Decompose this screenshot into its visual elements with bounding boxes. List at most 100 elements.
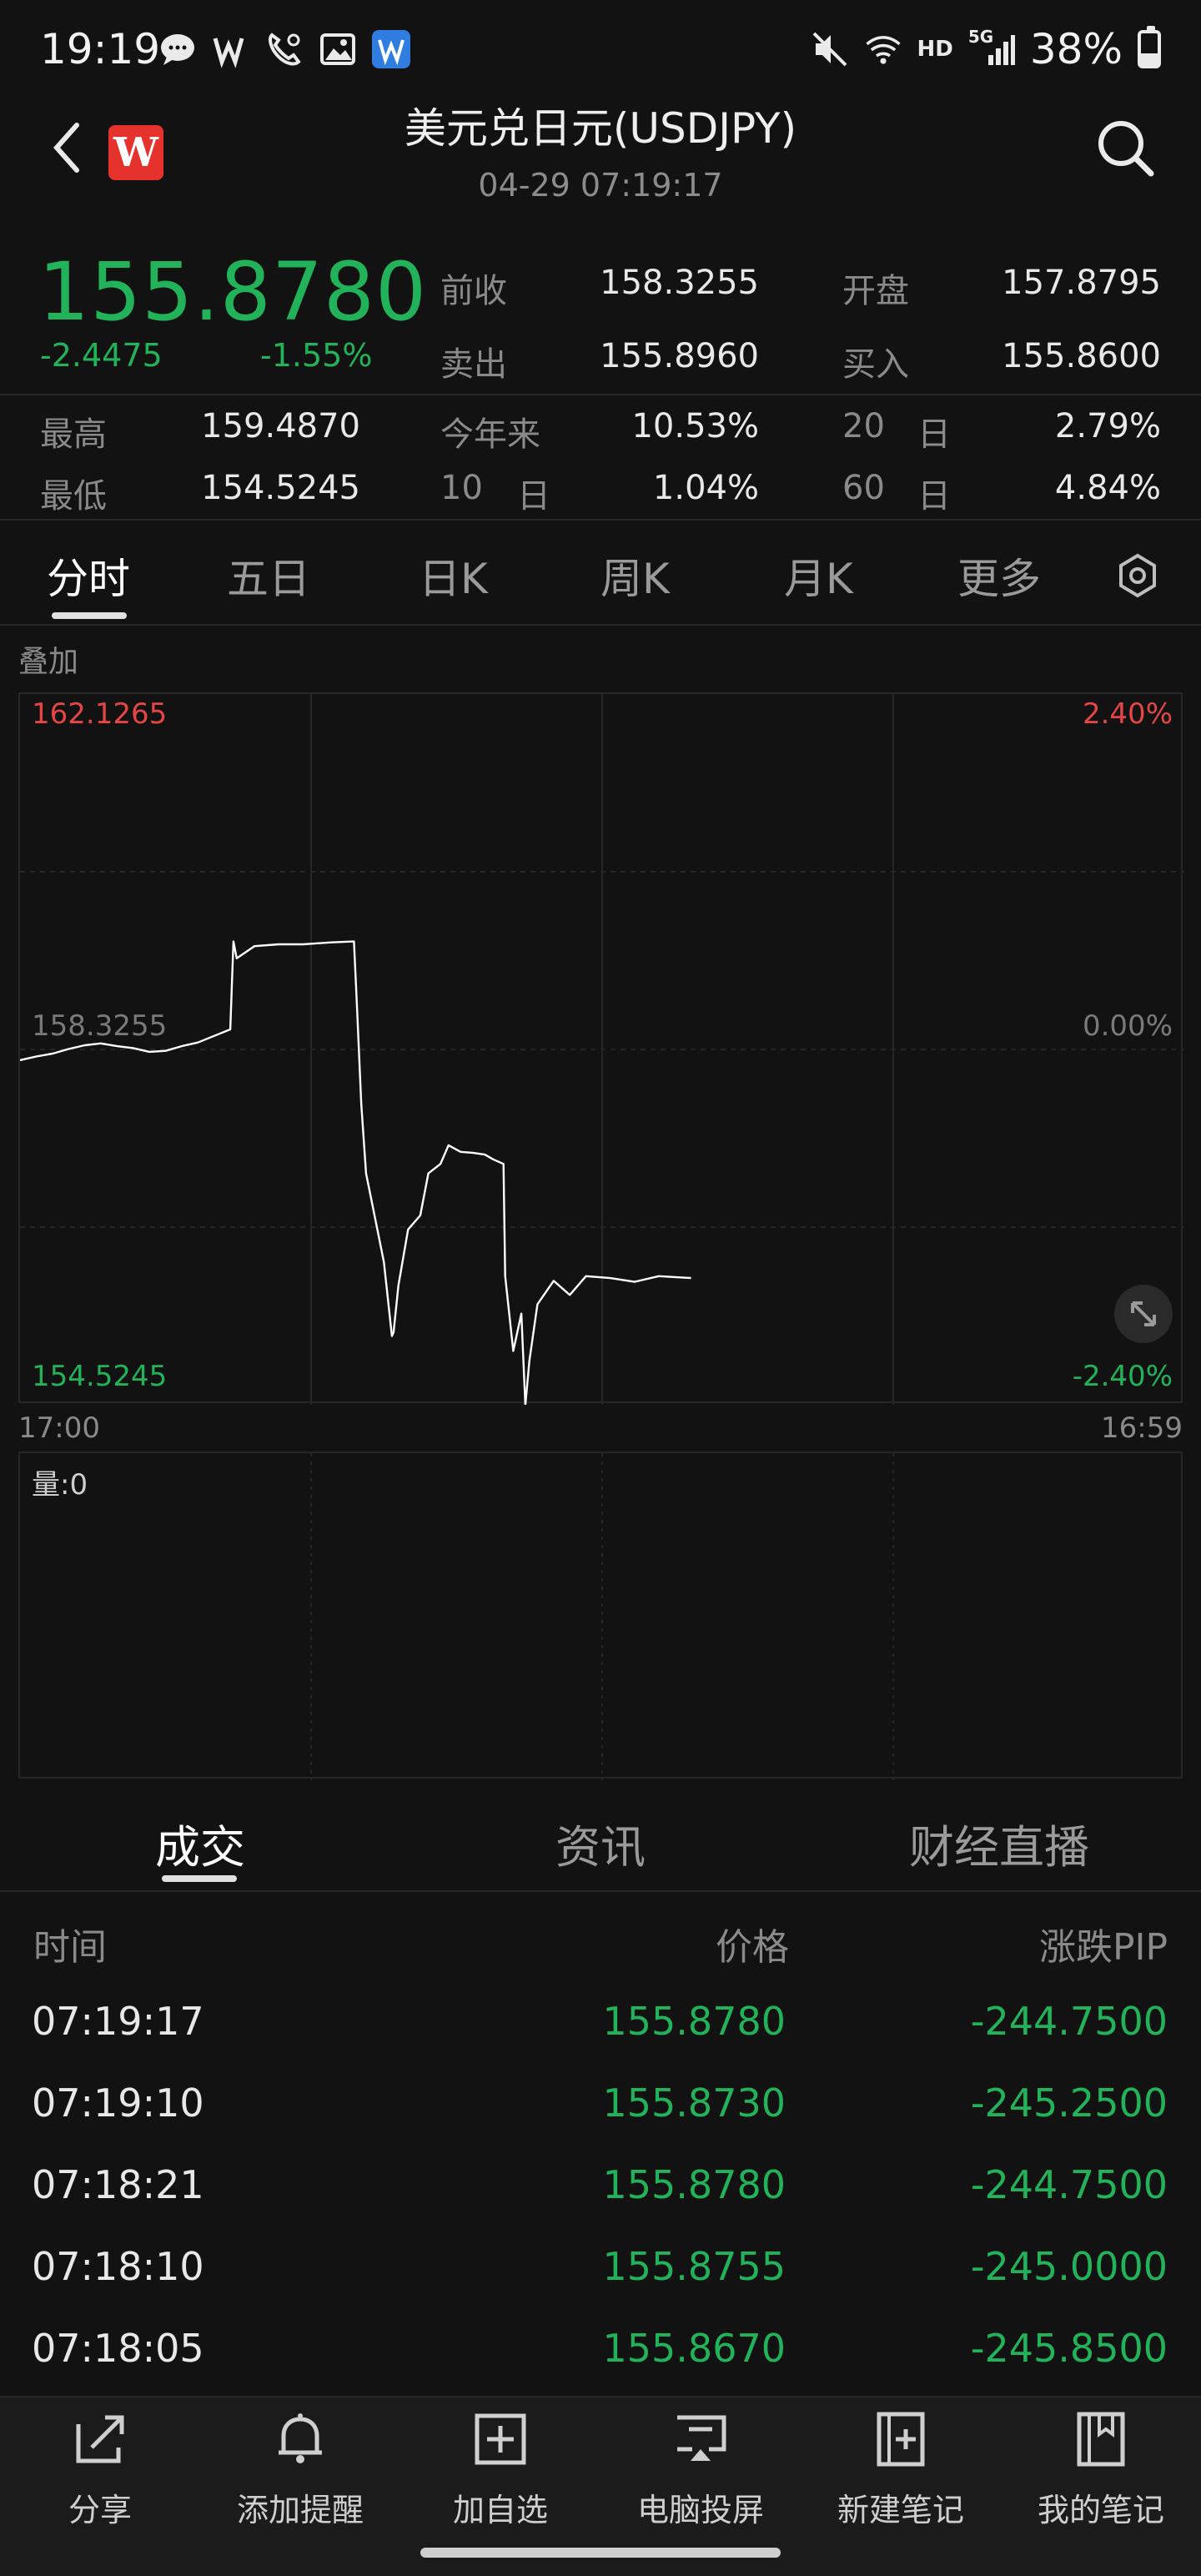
tab-daily-k[interactable]: 日K [419, 546, 488, 606]
volume-label: 量:0 [32, 1468, 88, 1502]
phone-location-icon [265, 30, 304, 68]
tab-news[interactable]: 资讯 [555, 1810, 646, 1876]
my-notes-icon [1077, 2412, 1125, 2467]
y-axis-mid-price: 158.3255 [32, 1009, 168, 1043]
quote-divider [0, 394, 1201, 395]
w-app-icon [212, 30, 250, 68]
d20-number: 20 [842, 407, 885, 445]
trade-time: 07:18:21 [32, 2162, 204, 2207]
trade-pip: -245.0000 [970, 2244, 1168, 2289]
d10-value: 1.04% [652, 469, 759, 507]
add-watchlist-button[interactable]: 加自选 [409, 2406, 592, 2548]
y-axis-bottom-percent: -2.40% [1072, 1360, 1173, 1393]
quote-bottom-divider [0, 519, 1201, 521]
cast-screen-icon [677, 2415, 726, 2461]
trade-pip: -244.7500 [970, 2162, 1168, 2207]
my-notes-button[interactable]: 我的笔记 [1009, 2406, 1193, 2548]
gear-icon [1119, 553, 1156, 598]
d60-unit: 日 [917, 477, 951, 516]
ytd-label: 今年来 [440, 415, 540, 454]
d10-unit: 日 [517, 477, 550, 516]
battery-icon [1138, 26, 1161, 68]
col-header-price: 价格 [716, 1926, 789, 1969]
price-line-chart [19, 694, 1184, 1406]
chart-grid [20, 694, 1184, 1405]
trade-price: 155.8670 [602, 2326, 786, 2371]
tab-trades[interactable]: 成交 [155, 1810, 245, 1876]
ytd-value: 10.53% [631, 407, 759, 445]
new-note-button[interactable]: 新建笔记 [809, 2406, 992, 2548]
add-alert-label: 添加提醒 [236, 2492, 364, 2528]
sell-value: 155.8960 [600, 337, 759, 375]
search-button[interactable] [1094, 117, 1158, 180]
trade-time: 07:18:10 [32, 2244, 204, 2289]
col-header-pip: 涨跌PIP [1038, 1926, 1168, 1969]
bell-icon [279, 2413, 322, 2463]
prev-close-label: 前收 [440, 272, 507, 310]
home-indicator[interactable] [420, 2548, 781, 2558]
chart-tabs: 分时 五日 日K 周K 月K 更多 [0, 534, 1201, 626]
trade-time: 07:19:17 [32, 1999, 204, 2044]
subtabs-divider [0, 1890, 1201, 1892]
d20-value: 2.79% [1054, 407, 1161, 445]
cast-screen-button[interactable]: 电脑投屏 [609, 2406, 792, 2548]
change-percent: -1.55% [260, 337, 373, 374]
volume-grid [310, 1453, 894, 1780]
x-axis-start-time: 17:00 [18, 1411, 100, 1445]
add-alert-button[interactable]: 添加提醒 [209, 2406, 392, 2548]
new-note-label: 新建笔记 [837, 2492, 964, 2528]
table-row: 07:19:10 155.8730 -245.2500 [0, 2080, 1201, 2162]
tab-weekly-k[interactable]: 周K [600, 546, 670, 606]
fullscreen-button[interactable] [1114, 1285, 1173, 1343]
d10-number: 10 [440, 469, 483, 507]
new-note-icon [877, 2412, 925, 2467]
battery-percent: 38% [1029, 25, 1123, 73]
d20-unit: 日 [917, 415, 951, 454]
trade-price: 155.8730 [602, 2080, 786, 2126]
last-price: 155.8780 [38, 245, 428, 339]
buy-value: 155.8600 [1002, 337, 1161, 375]
d60-value: 4.84% [1054, 469, 1161, 507]
high-value: 159.4870 [201, 407, 360, 445]
app-badge-icon [372, 30, 410, 68]
open-label: 开盘 [842, 272, 909, 310]
cast-screen-label: 电脑投屏 [636, 2492, 764, 2528]
chat-bubble-icon [158, 30, 197, 68]
y-axis-mid-percent: 0.00% [1082, 1009, 1173, 1043]
volume-chart: 量:0 [18, 1452, 1183, 1780]
status-time: 19:19 [40, 25, 161, 73]
intraday-chart: 162.1265 2.40% 158.3255 0.00% 154.5245 -… [18, 692, 1184, 1406]
quote-timestamp: 04-29 07:19:17 [478, 167, 723, 204]
trade-time: 07:19:10 [32, 2080, 204, 2126]
status-bar: 19:19 HD 5G 38% [0, 0, 1201, 100]
table-row: 07:19:17 155.8780 -244.7500 [0, 1999, 1201, 2080]
tab-five-day[interactable]: 五日 [227, 546, 310, 606]
my-notes-label: 我的笔记 [1037, 2492, 1164, 2528]
high-label: 最高 [40, 415, 107, 454]
table-row: 07:18:21 155.8780 -244.7500 [0, 2162, 1201, 2244]
tab-monthly-k[interactable]: 月K [784, 546, 853, 606]
hd-label: HD [917, 37, 953, 62]
active-tab-indicator [52, 612, 127, 619]
mute-icon [811, 30, 849, 68]
signal-icon: 5G [968, 27, 1015, 68]
trade-price: 155.8780 [602, 2162, 786, 2207]
tab-more[interactable]: 更多 [957, 546, 1041, 606]
trade-pip: -245.8500 [970, 2326, 1168, 2371]
tab-intraday[interactable]: 分时 [47, 546, 130, 606]
active-subtab-indicator [162, 1875, 237, 1882]
trade-time: 07:18:05 [32, 2326, 204, 2371]
col-header-time: 时间 [33, 1926, 107, 1969]
chart-settings-button[interactable] [1114, 552, 1161, 599]
trade-pip: -244.7500 [970, 1999, 1168, 2044]
buy-label: 买入 [842, 345, 909, 384]
share-button[interactable]: 分享 [8, 2406, 192, 2548]
add-watchlist-label: 加自选 [452, 2492, 548, 2528]
overlay-button[interactable]: 叠加 [18, 637, 78, 681]
low-label: 最低 [40, 477, 107, 516]
tab-live[interactable]: 财经直播 [909, 1810, 1089, 1876]
y-axis-top-percent: 2.40% [1082, 697, 1173, 731]
gallery-icon [319, 30, 357, 68]
page-title: 美元兑日元(USDJPY) [404, 104, 797, 153]
prev-close-value: 158.3255 [600, 264, 759, 302]
